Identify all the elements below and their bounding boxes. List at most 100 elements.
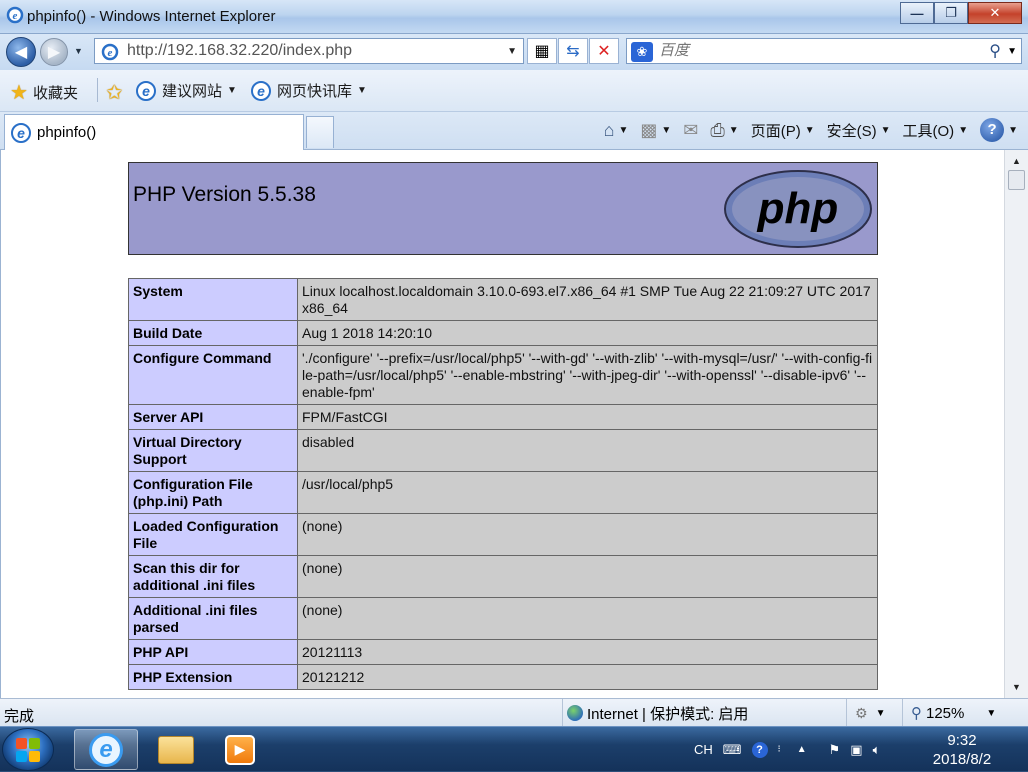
- network-icon[interactable]: ▣: [850, 742, 862, 758]
- maximize-button[interactable]: ❐: [934, 2, 968, 24]
- system-tray: CH ⌨ ? ⁝ ▲ ⚑ ▣ 🔈︎: [694, 727, 890, 772]
- favorites-item-suggested-sites[interactable]: e 建议网站 ▼: [136, 80, 237, 101]
- page-viewport[interactable]: PHP Version 5.5.38 php System Linux local…: [0, 150, 1028, 698]
- phpinfo-value: './configure' '--prefix=/usr/local/php5'…: [297, 345, 878, 405]
- vertical-scrollbar[interactable]: ▲ ▼: [1004, 150, 1028, 698]
- scroll-up-icon[interactable]: ▲: [1012, 156, 1021, 166]
- php-version-title: PHP Version 5.5.38: [133, 183, 316, 206]
- read-mail-button[interactable]: ✉: [683, 120, 698, 141]
- status-bar: 完成 Internet | 保护模式: 启用 ⚙ ▼ ⚲ 125% ▼: [0, 698, 1028, 727]
- phpinfo-value: (none): [297, 513, 878, 556]
- phpinfo-row: PHP API 20121113: [128, 639, 878, 665]
- address-dropdown-icon[interactable]: ▼: [507, 46, 517, 57]
- stop-button[interactable]: ✕: [589, 38, 619, 64]
- phpinfo-value: /usr/local/php5: [297, 471, 878, 514]
- security-zone[interactable]: Internet | 保护模式: 启用: [562, 699, 748, 727]
- favorites-star-icon: ★: [10, 82, 28, 104]
- phpinfo-key: PHP Extension: [128, 664, 298, 690]
- forward-arrow-icon: ▶: [47, 44, 61, 61]
- add-to-favorites-bar-button[interactable]: ✩: [106, 80, 128, 105]
- scroll-down-icon[interactable]: ▼: [1012, 682, 1021, 692]
- page-menu[interactable]: 页面(P) ▼: [751, 120, 815, 141]
- refresh-icon: ⇆: [566, 43, 580, 60]
- phpinfo-key: Configure Command: [128, 345, 298, 405]
- favorites-item-web-slice-gallery[interactable]: e 网页快讯库 ▼: [251, 80, 367, 101]
- folder-icon: [158, 735, 194, 764]
- tab-ie-icon: e: [11, 122, 31, 143]
- search-box[interactable]: ❀ ⚲ ▼: [626, 38, 1022, 64]
- add-on-status[interactable]: ⚙ ▼: [846, 699, 885, 727]
- php-logo-text: php: [757, 184, 839, 233]
- windows-taskbar: e ▶ CH ⌨ ? ⁝ ▲ ⚑ ▣ 🔈︎ 9:32 2018/8/2: [0, 726, 1028, 771]
- phpinfo-row: Loaded Configuration File (none): [128, 513, 878, 556]
- baidu-paw-icon: ❀: [631, 42, 653, 62]
- phpinfo-key: Server API: [128, 404, 298, 430]
- search-icon[interactable]: ⚲: [989, 41, 1001, 61]
- start-button[interactable]: [2, 728, 54, 771]
- forward-button[interactable]: ▶: [40, 38, 68, 66]
- compatibility-view-button[interactable]: ▦: [527, 38, 557, 64]
- phpinfo-row: PHP Extension 20121212: [128, 664, 878, 690]
- windows-logo-icon: [16, 737, 40, 762]
- clock-date: 2018/8/2: [932, 751, 992, 768]
- refresh-button[interactable]: ⇆: [558, 38, 588, 64]
- action-center-flag-icon[interactable]: ⚑: [829, 742, 841, 758]
- phpinfo-value: (none): [297, 555, 878, 598]
- ime-options-icon[interactable]: ⁝: [778, 744, 781, 755]
- phpinfo-value: disabled: [297, 429, 878, 472]
- taskbar-clock[interactable]: 9:32 2018/8/2: [912, 731, 1012, 769]
- help-icon[interactable]: ?: [751, 741, 768, 758]
- tab-phpinfo[interactable]: e phpinfo(): [4, 114, 304, 150]
- tab-label: phpinfo(): [37, 124, 97, 141]
- favorites-bar: ★ 收藏夹 ✩ e 建议网站 ▼ e 网页快讯库 ▼: [0, 70, 1028, 112]
- chevron-down-icon: ▼: [958, 124, 969, 136]
- address-bar[interactable]: e ▼: [94, 38, 524, 64]
- back-button[interactable]: ◀: [6, 37, 36, 67]
- window-titlebar: e phpinfo() - Windows Internet Explorer …: [0, 0, 1028, 34]
- back-arrow-icon: ◀: [14, 44, 28, 61]
- print-button[interactable]: ⎙ ▼: [710, 120, 738, 141]
- phpinfo-key: Scan this dir for additional .ini files: [128, 555, 298, 598]
- new-tab-button[interactable]: [306, 116, 334, 148]
- phpinfo-value: FPM/FastCGI: [297, 404, 878, 430]
- input-method-indicator[interactable]: CH: [694, 742, 713, 757]
- tab-row: e phpinfo() ⌂ ▼ ▩ ▼ ✉ ⎙ ▼ 页面(P) ▼ 安全(S) ▼ 工具(…: [0, 112, 1028, 150]
- scrollbar-thumb[interactable]: [1008, 170, 1025, 190]
- phpinfo-key: PHP API: [128, 639, 298, 665]
- recent-pages-dropdown[interactable]: ▼: [74, 46, 83, 56]
- keyboard-icon[interactable]: ⌨: [723, 742, 742, 758]
- phpinfo-key: Loaded Configuration File: [128, 513, 298, 556]
- tools-menu[interactable]: 工具(O) ▼: [903, 120, 969, 141]
- phpinfo-key: Build Date: [128, 320, 298, 346]
- favorites-button[interactable]: ★ 收藏夹: [10, 80, 78, 105]
- taskbar-internet-explorer[interactable]: e: [74, 729, 138, 770]
- chevron-down-icon: ▼: [728, 124, 739, 136]
- close-button[interactable]: ✕: [968, 2, 1022, 24]
- safety-menu[interactable]: 安全(S) ▼: [827, 120, 891, 141]
- phpinfo-row: Build Date Aug 1 2018 14:20:10: [128, 320, 878, 346]
- taskbar-media-player[interactable]: ▶: [208, 729, 272, 770]
- volume-icon[interactable]: 🔈︎: [873, 742, 881, 758]
- chevron-down-icon: ▼: [986, 707, 997, 719]
- url-input[interactable]: [127, 42, 507, 60]
- feeds-button[interactable]: ▩ ▼: [640, 120, 671, 141]
- search-options-dropdown-icon[interactable]: ▼: [1007, 46, 1017, 57]
- show-hidden-icons-icon[interactable]: ▲: [797, 744, 807, 755]
- favorites-label: 收藏夹: [32, 85, 78, 102]
- zoom-control[interactable]: ⚲ 125% ▼: [902, 699, 996, 727]
- clock-time: 9:32: [947, 732, 977, 749]
- minimize-button[interactable]: —: [900, 2, 934, 24]
- zoom-level: 125%: [926, 704, 965, 722]
- status-text: 完成: [4, 708, 35, 725]
- phpinfo-value: 20121212: [297, 664, 878, 690]
- help-button[interactable]: ? ▼: [980, 118, 1018, 142]
- phpinfo-key: Configuration File (php.ini) Path: [128, 471, 298, 514]
- zoom-icon: ⚲: [911, 705, 922, 722]
- taskbar-file-explorer[interactable]: [144, 729, 208, 770]
- internet-explorer-icon: e: [89, 732, 123, 767]
- phpinfo-value: (none): [297, 597, 878, 640]
- home-button[interactable]: ⌂ ▼: [604, 120, 629, 141]
- tools-menu-label: 工具(O): [902, 122, 955, 140]
- phpinfo-row: System Linux localhost.localdomain 3.10.0…: [128, 278, 878, 321]
- search-input[interactable]: [659, 42, 959, 59]
